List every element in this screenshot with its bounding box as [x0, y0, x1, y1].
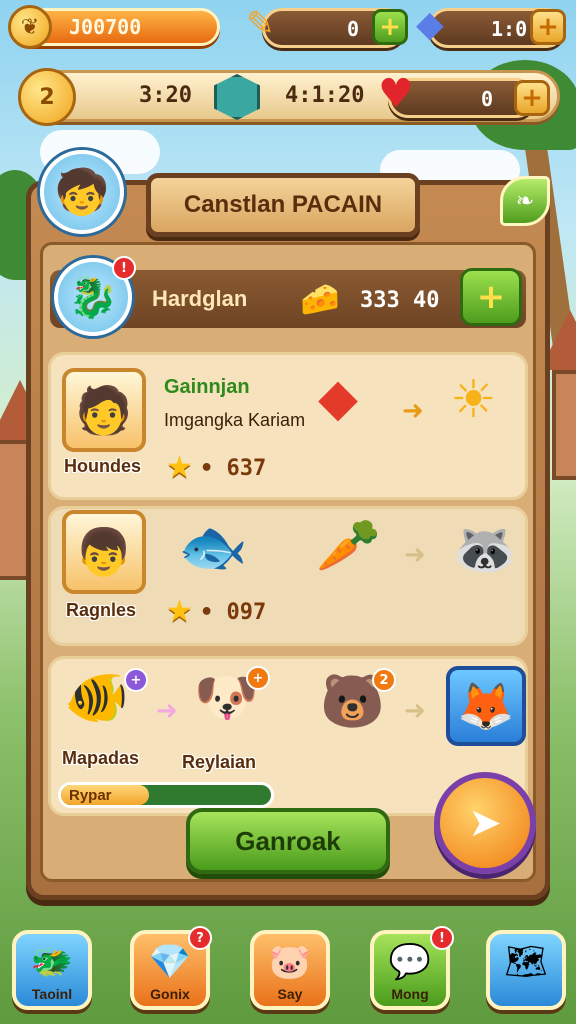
chat-icon: 💬 — [388, 942, 432, 982]
nav-label: Gonix — [150, 986, 190, 1002]
evolution-mid-label: Reylaian — [182, 752, 257, 772]
plus-badge: + — [246, 666, 270, 690]
progress-fill: Rypar — [61, 785, 150, 805]
progress-bar: Rypar — [58, 782, 274, 808]
header-row-score: 333 40 — [360, 288, 440, 313]
gem-icon: 💎 — [148, 942, 192, 982]
creature-icon: 🐲 — [30, 942, 74, 982]
arrow-right-icon: ➜ — [404, 696, 426, 726]
paper-plane-icon: ➤ — [468, 800, 502, 846]
nav-button-map[interactable]: 🗺 — [486, 930, 566, 1010]
plus-badge: + — [124, 668, 148, 692]
card-portrait-label: Ragnles — [66, 600, 137, 620]
add-heart-button[interactable]: + — [514, 80, 550, 116]
nav-badge: ! — [430, 926, 454, 950]
fish-icon: 🐟 — [178, 515, 248, 580]
card-score: • 097 — [200, 600, 267, 625]
carrot-icon: 🥕 — [316, 516, 381, 576]
background-hut — [552, 370, 576, 480]
star-icon: ★ — [166, 450, 193, 485]
main-action-button[interactable]: Ganroak — [186, 808, 390, 874]
add-gem-button[interactable]: + — [530, 9, 566, 45]
heart-icon: ♥ — [378, 71, 414, 117]
map-icon: 🗺 — [504, 942, 548, 982]
kite-icon: ◆ — [318, 368, 358, 428]
sun-creature-icon: ☀ — [450, 370, 497, 430]
add-pencil-button[interactable]: + — [372, 9, 408, 45]
send-button[interactable]: ➤ — [434, 772, 536, 874]
pig-icon: 🐷 — [268, 942, 312, 982]
nav-badge: ? — [188, 926, 212, 950]
leaf-coin-icon: ❦ — [8, 5, 52, 49]
panel-title-plate: Canstlan PACAIN — [146, 173, 420, 237]
card-portrait: 🧑 — [62, 368, 146, 452]
count-badge: 2 — [372, 668, 396, 692]
level-badge-value: 2 — [39, 84, 55, 110]
nav-button-creatures[interactable]: 🐲 Taoinl — [12, 930, 92, 1010]
level-badge[interactable]: 2 — [18, 68, 76, 126]
card-portrait-label: Houndes — [64, 456, 142, 476]
leaf-fish-icon: 🐠 — [64, 668, 129, 728]
raccoon-icon: 🦝 — [452, 520, 517, 580]
nav-label: Mong — [391, 986, 429, 1002]
gem-count: 1:0 — [491, 17, 528, 41]
timer-one: 3:20 — [139, 83, 192, 108]
card-portrait: 👦 — [62, 510, 146, 594]
main-action-label: Ganroak — [235, 825, 341, 856]
player-avatar[interactable]: 🧒 — [40, 150, 124, 234]
arrow-right-icon: ➜ — [404, 540, 426, 570]
ingredient-icon: 🧀 — [300, 280, 340, 318]
progress-label: Rypar — [69, 786, 112, 804]
nav-label: Say — [277, 986, 303, 1002]
pencil-icon: ✎ — [246, 4, 275, 44]
star-icon: ★ — [166, 594, 193, 629]
arrow-right-icon: ➜ — [156, 696, 178, 726]
evolution-left-label: Mapadas — [62, 748, 140, 768]
card-score: • 637 — [200, 456, 267, 481]
gem-icon: ◆ — [416, 4, 444, 45]
header-row-label: Hardglan — [152, 286, 248, 311]
arrow-right-icon: ➜ — [402, 396, 424, 426]
heart-count: 0 — [481, 87, 494, 111]
card-green-title: Gainnjan — [164, 376, 250, 398]
pencil-count: 0 — [347, 17, 360, 41]
panel-title: Canstlan PACAIN — [183, 191, 383, 218]
notification-badge: ! — [112, 256, 136, 280]
card-subtitle: Imgangka Kariam — [164, 410, 306, 430]
nav-label: Taoinl — [31, 986, 73, 1002]
leaf-button[interactable]: ❧ — [500, 176, 550, 226]
evolved-creature-tile[interactable]: 🦊 — [446, 666, 526, 746]
coin-count: J00700 — [69, 15, 142, 39]
nav-button-pets[interactable]: 🐷 Say — [250, 930, 330, 1010]
timer-two: 4:1:20 — [285, 83, 365, 108]
header-add-button[interactable]: + — [460, 268, 522, 326]
